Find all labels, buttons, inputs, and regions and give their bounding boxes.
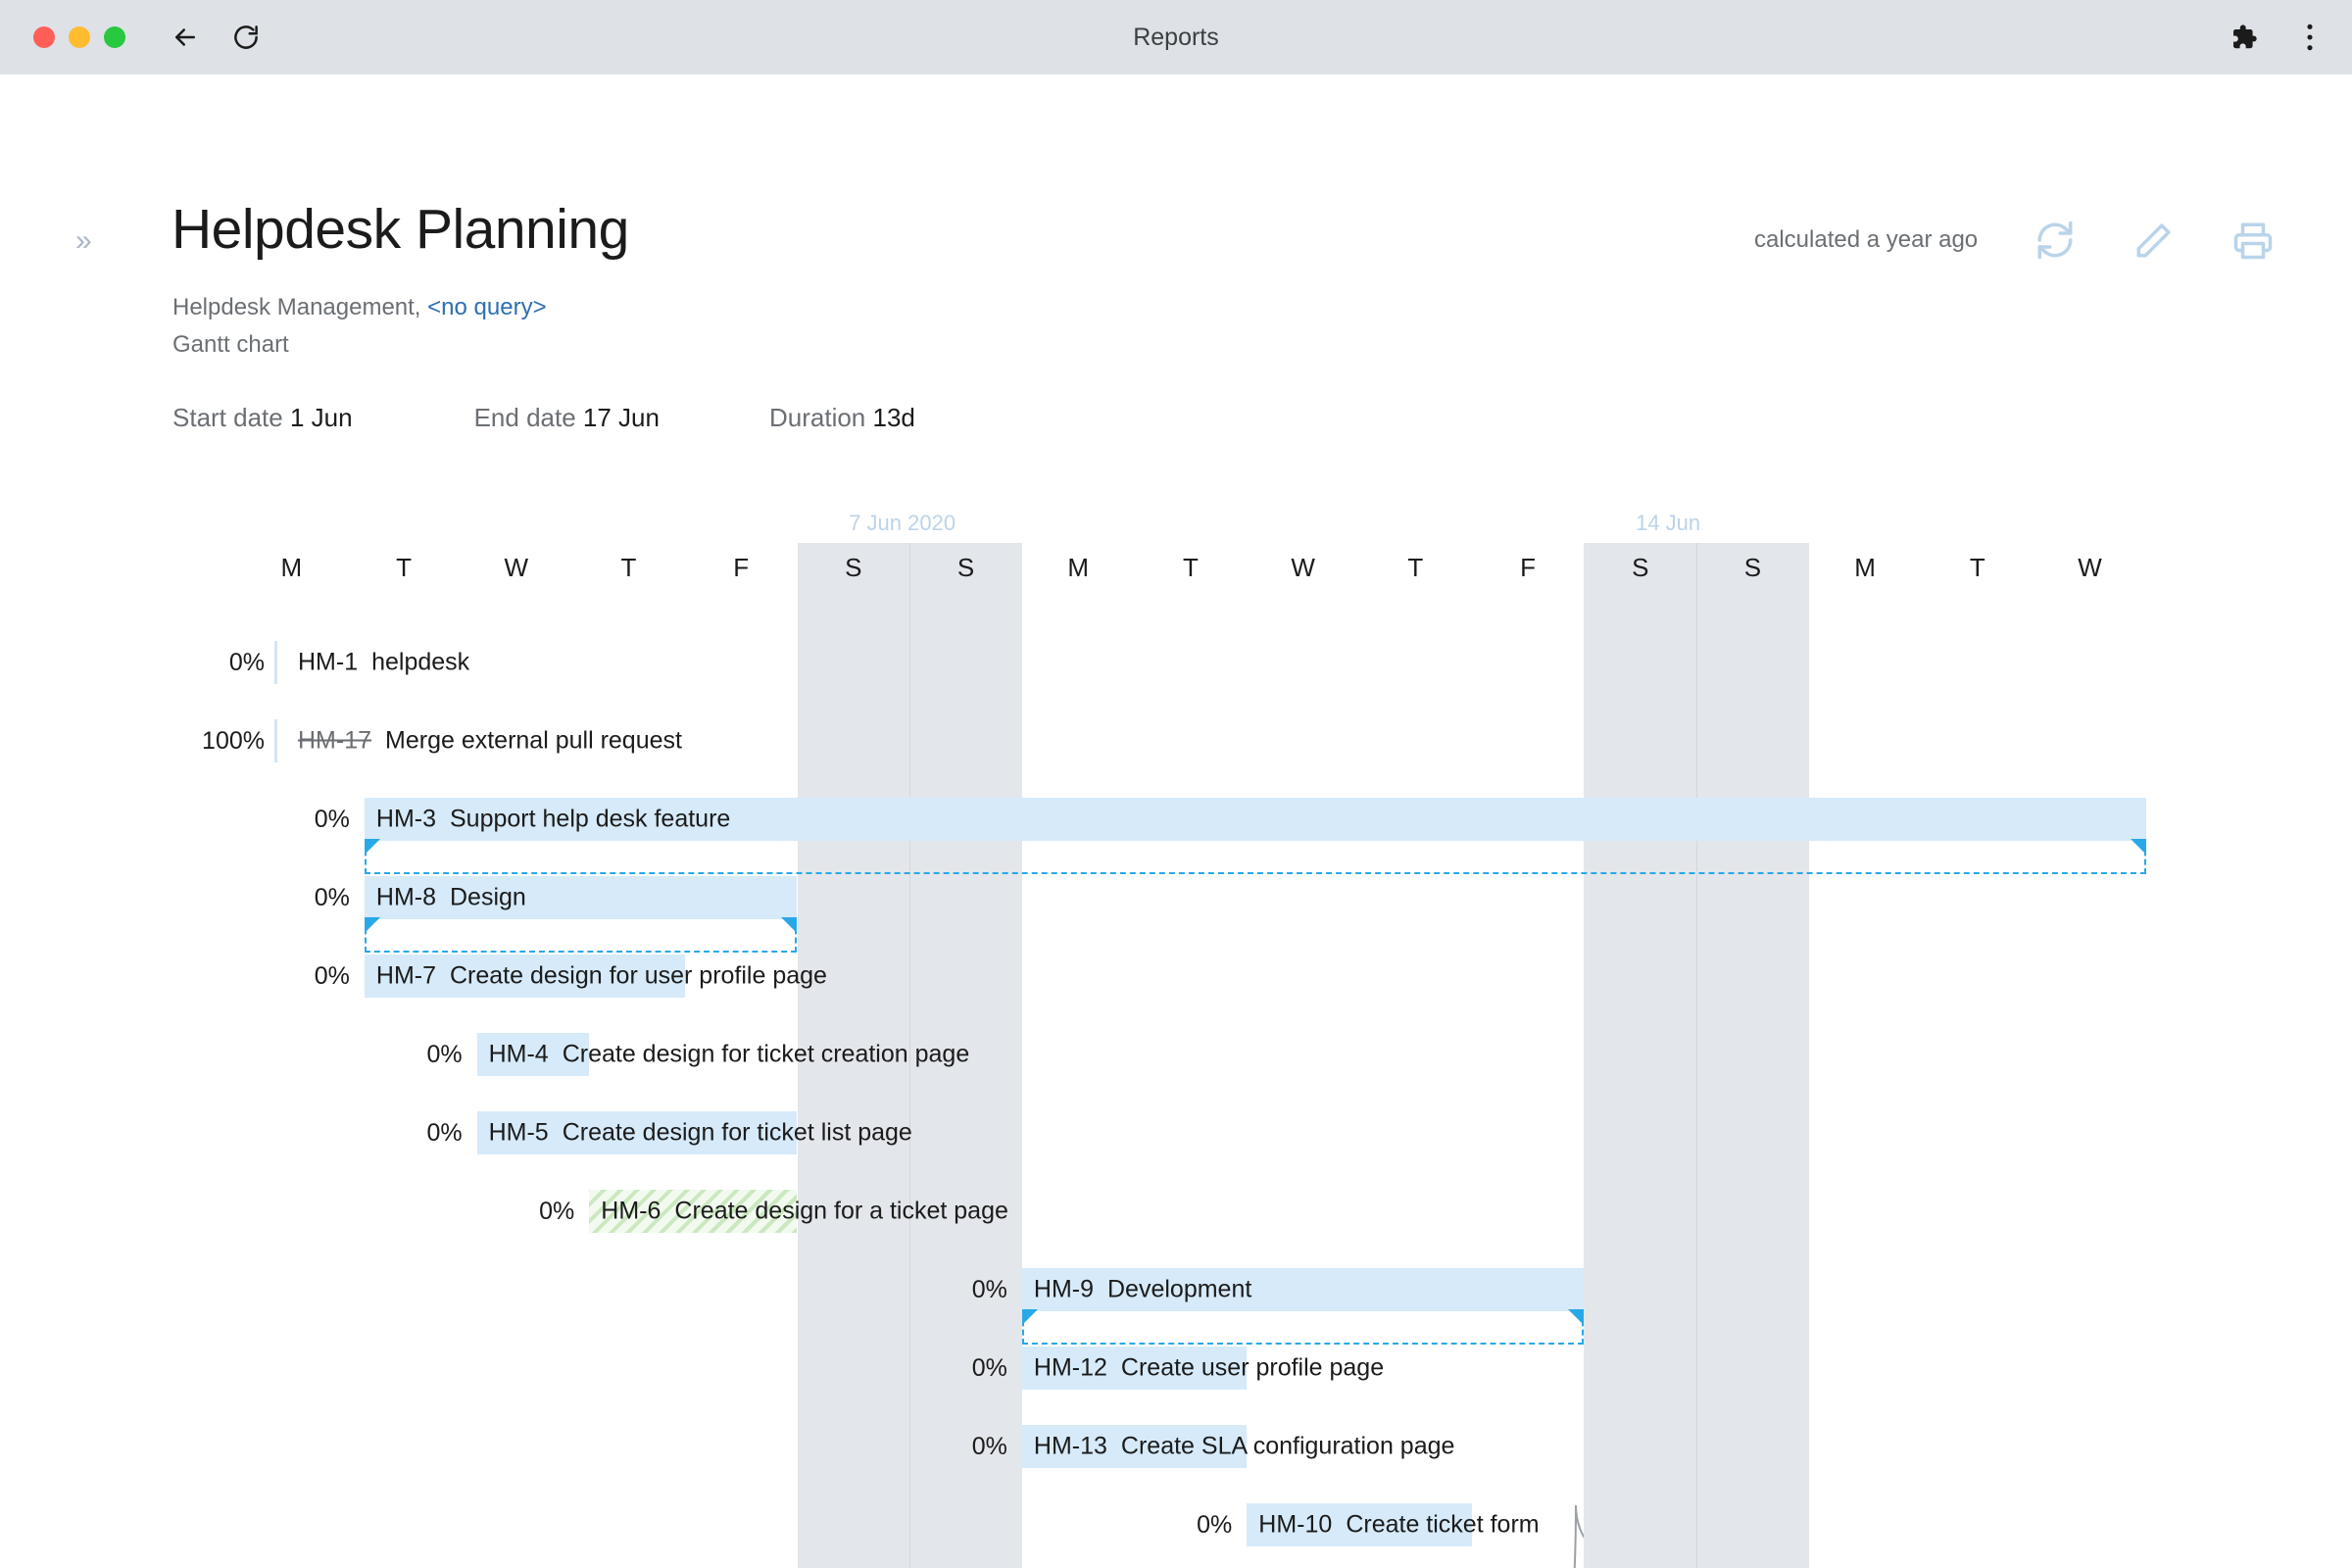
- day-header-9: W: [1247, 553, 1359, 583]
- gantt-task-percent: 0%: [1100, 1511, 1232, 1540]
- minimize-window-button[interactable]: [69, 26, 90, 48]
- day-header-4: F: [685, 553, 798, 583]
- day-header-6: S: [909, 553, 1022, 583]
- gantt-task-percent: 0%: [218, 962, 350, 991]
- gantt-task-percent: 0%: [330, 1041, 463, 1069]
- three-dot-menu-icon[interactable]: [2293, 21, 2327, 54]
- gantt-task-percent: 0%: [442, 1198, 574, 1226]
- gantt-task-bar[interactable]: HM-12Create user profile page: [1022, 1347, 1247, 1390]
- browser-chrome: Reports: [0, 0, 2352, 74]
- day-header-3: T: [572, 553, 685, 583]
- day-header-10: T: [1359, 553, 1472, 583]
- gantt-task-percent: 0%: [875, 1433, 1007, 1461]
- day-header-8: T: [1135, 553, 1248, 583]
- gantt-task-bar[interactable]: HM-13Create SLA configuration page: [1022, 1425, 1247, 1468]
- day-header-5: S: [798, 553, 910, 583]
- gantt-summary-bracket: [1022, 1311, 1585, 1345]
- week-start-label: 14 Jun: [1636, 511, 1700, 536]
- day-header-7: M: [1022, 553, 1135, 583]
- gantt-task-bar[interactable]: HM-7Create design for user profile page: [365, 955, 685, 998]
- close-window-button[interactable]: [33, 26, 55, 48]
- gantt-task-bar[interactable]: HM-5Create design for ticket list page: [477, 1111, 798, 1154]
- reload-icon[interactable]: [229, 21, 263, 54]
- day-separator: [1696, 543, 1697, 1568]
- day-header-15: T: [1922, 553, 2034, 583]
- day-header-16: W: [2034, 553, 2146, 583]
- report-page: » Helpdesk Planning Helpdesk Management,…: [0, 74, 2352, 1568]
- gantt-task-bar[interactable]: HM-4Create design for ticket creation pa…: [477, 1033, 590, 1076]
- gantt-summary-bracket: [365, 841, 2146, 874]
- gantt-task-bar[interactable]: HM-3Support help desk feature: [365, 798, 2146, 841]
- gantt-task-label[interactable]: HM-17Merge external pull request: [286, 719, 972, 762]
- browser-tab-title: Reports: [0, 0, 2352, 74]
- gantt-summary-bracket: [365, 919, 798, 953]
- gantt-task-percent: 0%: [330, 1119, 463, 1148]
- day-header-0: M: [235, 553, 348, 583]
- day-header-13: S: [1696, 553, 1809, 583]
- week-start-label: 7 Jun 2020: [849, 511, 956, 536]
- gantt-milestone-marker[interactable]: [274, 719, 277, 762]
- gantt-chart[interactable]: 7 Jun 202014 JunMTWTFSSMTWTFSSMTWHM-1hel…: [0, 74, 2352, 1568]
- day-header-1: T: [348, 553, 461, 583]
- gantt-task-bar[interactable]: HM-10Create ticket form: [1247, 1503, 1471, 1546]
- gantt-task-percent: 0%: [875, 1276, 1007, 1304]
- gantt-task-percent: 0%: [218, 806, 350, 834]
- gantt-task-percent: 0%: [218, 884, 350, 912]
- puzzle-piece-icon[interactable]: [2227, 21, 2260, 54]
- gantt-milestone-marker[interactable]: [274, 641, 277, 684]
- gantt-task-percent: 0%: [875, 1354, 1007, 1383]
- gantt-task-bar[interactable]: HM-6Create design for a ticket page: [589, 1190, 797, 1233]
- gantt-task-percent: 100%: [127, 727, 265, 756]
- gantt-task-label[interactable]: HM-1helpdesk: [286, 641, 972, 684]
- back-arrow-icon[interactable]: [169, 21, 202, 54]
- window-traffic-lights: [33, 26, 125, 48]
- gantt-task-bar[interactable]: HM-8Design: [365, 876, 798, 919]
- day-header-11: F: [1472, 553, 1585, 583]
- day-header-12: S: [1584, 553, 1696, 583]
- day-header-2: W: [460, 553, 572, 583]
- gantt-task-bar[interactable]: HM-9Development: [1022, 1268, 1585, 1311]
- day-header-14: M: [1809, 553, 1922, 583]
- gantt-task-percent: 0%: [127, 649, 265, 677]
- maximize-window-button[interactable]: [104, 26, 125, 48]
